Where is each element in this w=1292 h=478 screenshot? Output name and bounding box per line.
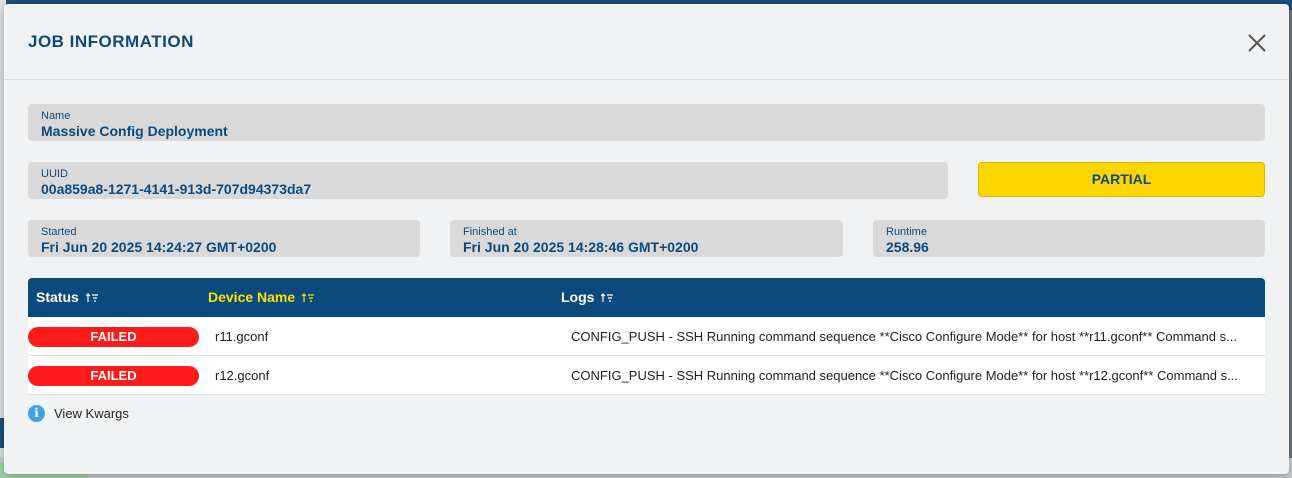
name-field: Name Massive Config Deployment	[28, 104, 1265, 141]
sort-icon	[601, 293, 614, 303]
job-information-modal: JOB INFORMATION Name Massive Config Depl…	[4, 4, 1289, 474]
started-value: Fri Jun 20 2025 14:24:27 GMT+0200	[41, 239, 277, 255]
failed-status-badge: FAILED	[28, 366, 199, 386]
uuid-label: UUID	[41, 168, 68, 180]
modal-header: JOB INFORMATION	[4, 4, 1289, 80]
runtime-value: 258.96	[886, 239, 929, 255]
finished-value: Fri Jun 20 2025 14:28:46 GMT+0200	[463, 239, 699, 255]
column-device-label: Device Name	[208, 289, 296, 305]
results-table: Status Device Name Logs FAILED r11.gconf…	[28, 278, 1265, 395]
finished-field: Finished at Fri Jun 20 2025 14:28:46 GMT…	[450, 220, 843, 257]
failed-status-badge: FAILED	[28, 327, 199, 347]
device-name-cell: r12.gconf	[215, 368, 270, 383]
table-row[interactable]: FAILED r11.gconf CONFIG_PUSH - SSH Runni…	[28, 317, 1265, 356]
view-kwargs-label: View Kwargs	[54, 405, 129, 421]
column-logs-label: Logs	[561, 289, 595, 305]
modal-title: JOB INFORMATION	[28, 32, 194, 51]
column-device-header[interactable]: Device Name	[208, 278, 315, 317]
close-icon	[1248, 34, 1266, 52]
started-label: Started	[41, 226, 77, 238]
runtime-label: Runtime	[886, 226, 927, 238]
column-status-label: Status	[36, 289, 79, 305]
uuid-field: UUID 00a859a8-1271-4141-913d-707d94373da…	[28, 162, 948, 199]
started-field: Started Fri Jun 20 2025 14:24:27 GMT+020…	[28, 220, 420, 257]
runtime-field: Runtime 258.96	[873, 220, 1265, 257]
column-status-header[interactable]: Status	[36, 278, 98, 317]
table-row[interactable]: FAILED r12.gconf CONFIG_PUSH - SSH Runni…	[28, 356, 1265, 395]
device-name-cell: r11.gconf	[215, 329, 269, 344]
finished-label: Finished at	[463, 226, 517, 238]
close-button[interactable]	[1244, 30, 1270, 56]
log-cell: CONFIG_PUSH - SSH Running command sequen…	[571, 329, 1237, 344]
info-icon: i	[28, 404, 45, 422]
view-kwargs-link[interactable]: i View Kwargs	[28, 404, 129, 422]
sort-icon	[85, 293, 98, 303]
name-label: Name	[41, 110, 71, 122]
log-cell: CONFIG_PUSH - SSH Running command sequen…	[571, 368, 1238, 383]
sort-icon	[302, 293, 315, 303]
uuid-value: 00a859a8-1271-4141-913d-707d94373da7	[41, 181, 312, 197]
column-logs-header[interactable]: Logs	[561, 278, 614, 317]
table-header: Status Device Name Logs	[28, 278, 1265, 317]
job-status-badge: PARTIAL	[978, 162, 1265, 197]
name-value: Massive Config Deployment	[41, 123, 228, 139]
